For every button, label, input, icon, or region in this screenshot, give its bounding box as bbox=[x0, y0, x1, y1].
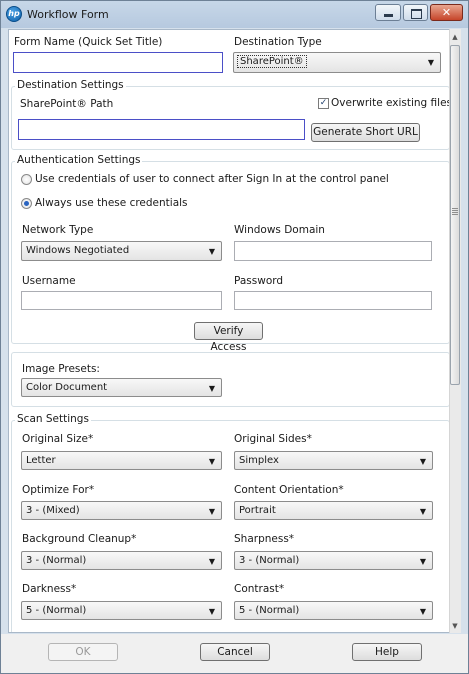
network-type-select[interactable]: Windows Negotiated ▼ bbox=[21, 241, 222, 261]
chevron-down-icon: ▼ bbox=[419, 457, 426, 466]
scrollbar-thumb[interactable] bbox=[450, 45, 460, 385]
ok-button[interactable]: OK bbox=[48, 643, 118, 661]
sharpness-label: Sharpness* bbox=[234, 533, 295, 545]
chevron-down-icon: ▼ bbox=[208, 507, 215, 516]
destination-type-label: Destination Type bbox=[234, 36, 322, 48]
form-content-area: Form Name (Quick Set Title) Destination … bbox=[8, 29, 460, 633]
overwrite-label: Overwrite existing files bbox=[331, 97, 453, 109]
window-title: Workflow Form bbox=[27, 8, 109, 21]
overwrite-checkbox[interactable]: ✓ bbox=[318, 98, 329, 109]
sharpness-select[interactable]: 3 - (Normal) ▼ bbox=[234, 551, 433, 570]
original-size-label: Original Size* bbox=[22, 433, 94, 445]
original-size-value: Letter bbox=[26, 455, 56, 466]
darkness-value: 5 - (Normal) bbox=[26, 605, 87, 616]
chevron-down-icon: ▼ bbox=[208, 247, 215, 256]
close-icon: ✕ bbox=[441, 6, 452, 19]
optimize-for-value: 3 - (Mixed) bbox=[26, 505, 80, 516]
background-cleanup-value: 3 - (Normal) bbox=[26, 555, 87, 566]
verify-access-button[interactable]: Verify Access bbox=[194, 322, 263, 353]
network-type-value: Windows Negotiated bbox=[26, 245, 130, 256]
chevron-down-icon: ▼ bbox=[419, 507, 426, 516]
password-label: Password bbox=[234, 275, 284, 287]
windows-domain-input[interactable] bbox=[234, 241, 432, 261]
scroll-up-arrow-icon[interactable]: ▲ bbox=[450, 31, 460, 43]
form-name-label: Form Name (Quick Set Title) bbox=[14, 36, 163, 48]
optimize-for-label: Optimize For* bbox=[22, 484, 95, 496]
content-orientation-select[interactable]: Portrait ▼ bbox=[234, 501, 433, 520]
form-name-input[interactable] bbox=[13, 52, 223, 73]
windows-domain-label: Windows Domain bbox=[234, 224, 325, 236]
chevron-down-icon: ▼ bbox=[208, 607, 215, 616]
cancel-button[interactable]: Cancel bbox=[200, 643, 270, 661]
radio-always-use-credentials[interactable] bbox=[21, 198, 32, 209]
darkness-label: Darkness* bbox=[22, 583, 77, 595]
original-sides-label: Original Sides* bbox=[234, 433, 312, 445]
background-cleanup-select[interactable]: 3 - (Normal) ▼ bbox=[21, 551, 222, 570]
radio-always-use-credentials-label: Always use these credentials bbox=[35, 197, 188, 209]
password-input[interactable] bbox=[234, 291, 432, 310]
username-label: Username bbox=[22, 275, 76, 287]
darkness-select[interactable]: 5 - (Normal) ▼ bbox=[21, 601, 222, 620]
authentication-settings-legend: Authentication Settings bbox=[15, 154, 143, 166]
radio-signin-credentials-label: Use credentials of user to connect after… bbox=[35, 173, 389, 185]
generate-short-url-button[interactable]: Generate Short URL bbox=[311, 123, 420, 142]
scrollbar-grip-icon bbox=[452, 208, 458, 215]
radio-signin-credentials[interactable] bbox=[21, 174, 32, 185]
network-type-label: Network Type bbox=[22, 224, 94, 236]
image-presets-label: Image Presets: bbox=[22, 363, 100, 375]
content-orientation-value: Portrait bbox=[239, 505, 276, 516]
scroll-down-arrow-icon[interactable]: ▼ bbox=[450, 620, 460, 632]
background-cleanup-label: Background Cleanup* bbox=[22, 533, 137, 545]
destination-type-value: SharePoint® bbox=[237, 55, 307, 68]
chevron-down-icon: ▼ bbox=[208, 384, 215, 393]
image-presets-select[interactable]: Color Document ▼ bbox=[21, 378, 222, 397]
destination-type-select[interactable]: SharePoint® ▼ bbox=[233, 52, 441, 73]
chevron-down-icon: ▼ bbox=[208, 557, 215, 566]
sharpness-value: 3 - (Normal) bbox=[239, 555, 300, 566]
chevron-down-icon: ▼ bbox=[427, 58, 434, 67]
sharepoint-path-input[interactable] bbox=[18, 119, 305, 140]
contrast-value: 5 - (Normal) bbox=[239, 605, 300, 616]
chevron-down-icon: ▼ bbox=[419, 557, 426, 566]
scan-settings-legend: Scan Settings bbox=[15, 413, 91, 425]
chevron-down-icon: ▼ bbox=[208, 457, 215, 466]
sharepoint-path-label: SharePoint® Path bbox=[20, 98, 114, 110]
contrast-label: Contrast* bbox=[234, 583, 285, 595]
content-orientation-label: Content Orientation* bbox=[234, 484, 344, 496]
help-button[interactable]: Help bbox=[352, 643, 422, 661]
minimize-button[interactable] bbox=[375, 4, 401, 21]
original-sides-value: Simplex bbox=[239, 455, 279, 466]
close-button[interactable]: ✕ bbox=[430, 4, 463, 21]
username-input[interactable] bbox=[21, 291, 222, 310]
original-sides-select[interactable]: Simplex ▼ bbox=[234, 451, 433, 470]
chevron-down-icon: ▼ bbox=[419, 607, 426, 616]
optimize-for-select[interactable]: 3 - (Mixed) ▼ bbox=[21, 501, 222, 520]
destination-settings-legend: Destination Settings bbox=[15, 79, 126, 91]
image-presets-value: Color Document bbox=[26, 382, 108, 393]
original-size-select[interactable]: Letter ▼ bbox=[21, 451, 222, 470]
maximize-button[interactable] bbox=[403, 4, 428, 21]
contrast-select[interactable]: 5 - (Normal) ▼ bbox=[234, 601, 433, 620]
hp-logo-icon: hp bbox=[6, 6, 22, 22]
checkmark-icon: ✓ bbox=[319, 98, 328, 108]
